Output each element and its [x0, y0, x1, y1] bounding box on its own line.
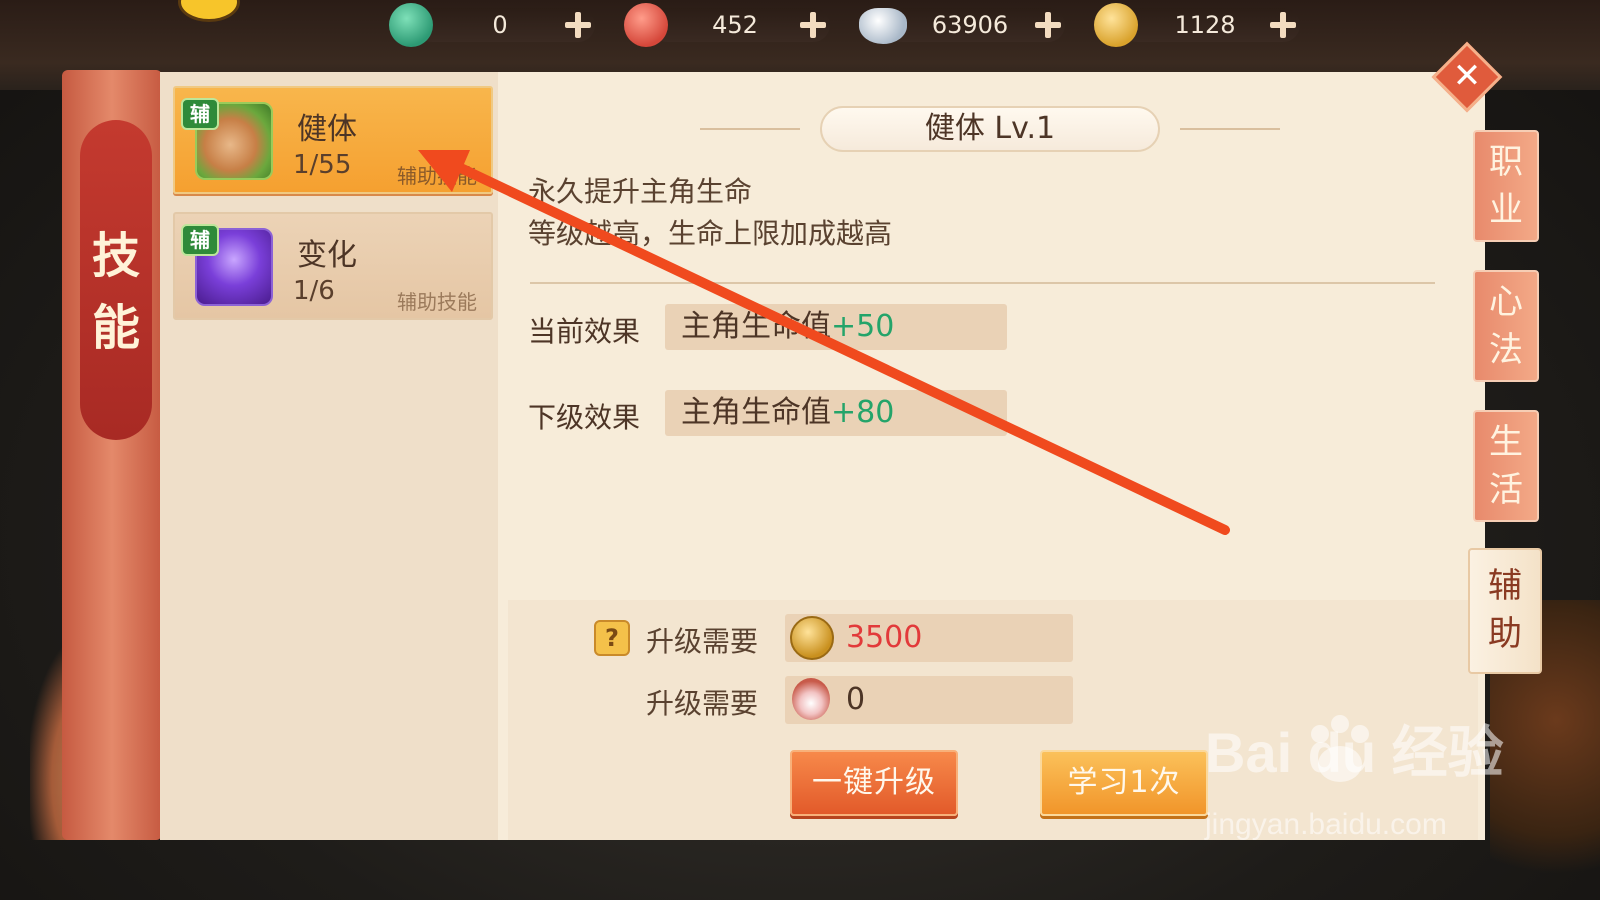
title-ornament-left — [700, 128, 800, 130]
watermark-brand: Bai du 经验 — [1205, 721, 1504, 784]
skill-type: 辅助技能 — [397, 164, 477, 188]
tab-assist[interactable]: 辅 助 — [1468, 548, 1542, 674]
skill-description-line2: 等级越高，生命上限加成越高 — [528, 217, 893, 250]
currency-value: 452 — [712, 11, 758, 39]
tab-label: 法 — [1489, 330, 1523, 370]
current-effect-value: 主角生命值+50 — [665, 304, 1007, 350]
tab-label: 活 — [1489, 470, 1523, 510]
tab-profession[interactable]: 职 业 — [1473, 130, 1539, 242]
gold-coin-icon — [1094, 3, 1138, 47]
currency-value: 0 — [492, 11, 508, 39]
upgrade-requirement-label: 升级需要 — [646, 625, 759, 658]
silver-ingot-icon — [859, 8, 907, 44]
watermark-url: jingyan.baidu.com — [1205, 808, 1447, 841]
medal-icon — [792, 678, 830, 720]
learn-once-button[interactable]: 学习1次 — [1040, 750, 1208, 816]
medal-cost-value: 0 — [846, 682, 866, 717]
help-icon[interactable]: ? — [594, 620, 630, 656]
add-silver-button[interactable] — [1033, 10, 1063, 40]
currency-value: 1128 — [1174, 11, 1236, 39]
current-effect-stat: 主角生命值 — [681, 309, 831, 344]
skill-name: 变化 — [297, 238, 357, 273]
currency-bar: 0 452 63906 1128 — [385, 0, 1325, 50]
upgrade-requirement-label: 升级需要 — [646, 687, 759, 720]
next-effect-label: 下级效果 — [528, 401, 641, 434]
gold-cost-value: 3500 — [846, 620, 923, 655]
skill-item-bianhua[interactable]: 辅 变化 1/6 辅助技能 — [173, 212, 493, 320]
add-jade-button[interactable] — [563, 10, 593, 40]
skill-type: 辅助技能 — [397, 290, 477, 314]
add-gold-button[interactable] — [1268, 10, 1298, 40]
tab-life[interactable]: 生 活 — [1473, 410, 1539, 522]
one-click-upgrade-button[interactable]: 一键升级 — [790, 750, 958, 816]
close-icon[interactable]: ✕ — [1447, 56, 1487, 96]
title-ornament-right — [1180, 128, 1280, 130]
currency-red: 452 — [620, 0, 855, 50]
red-dragon-coin-icon — [624, 3, 668, 47]
gold-coin-icon — [790, 616, 834, 660]
currency-value: 63906 — [931, 11, 1009, 39]
skill-name: 健体 — [297, 112, 357, 147]
next-effect-value: 主角生命值+80 — [665, 390, 1007, 436]
jade-dragon-coin-icon — [389, 3, 433, 47]
current-effect-bonus: +50 — [831, 309, 895, 344]
skill-description-line1: 永久提升主角生命 — [528, 175, 753, 208]
next-effect-stat: 主角生命值 — [681, 395, 831, 430]
next-effect-bonus: +80 — [831, 395, 895, 430]
tab-label: 生 — [1489, 422, 1523, 462]
tab-label: 助 — [1488, 614, 1522, 654]
skill-item-jianti[interactable]: 辅 健体 1/55 辅助技能 — [173, 86, 493, 194]
tab-label: 职 — [1489, 142, 1523, 182]
tab-label: 心 — [1489, 282, 1523, 322]
tab-label: 辅 — [1488, 566, 1522, 606]
skill-level: 1/6 — [293, 276, 335, 306]
currency-gold: 1128 — [1090, 0, 1325, 50]
tab-xinfa[interactable]: 心 法 — [1473, 270, 1539, 382]
assist-tag: 辅 — [181, 224, 219, 256]
tab-label: 业 — [1489, 190, 1523, 230]
assist-tag: 辅 — [181, 98, 219, 130]
add-red-button[interactable] — [798, 10, 828, 40]
skill-level: 1/55 — [293, 150, 352, 180]
currency-jade: 0 — [385, 0, 620, 50]
currency-silver: 63906 — [855, 0, 1090, 50]
skill-title: 健体 Lv.1 — [820, 106, 1160, 152]
panel-title: 技能 — [91, 228, 140, 356]
skill-title-bar: 健体 Lv.1 — [700, 106, 1280, 152]
divider — [530, 282, 1435, 284]
current-effect-label: 当前效果 — [528, 315, 641, 348]
